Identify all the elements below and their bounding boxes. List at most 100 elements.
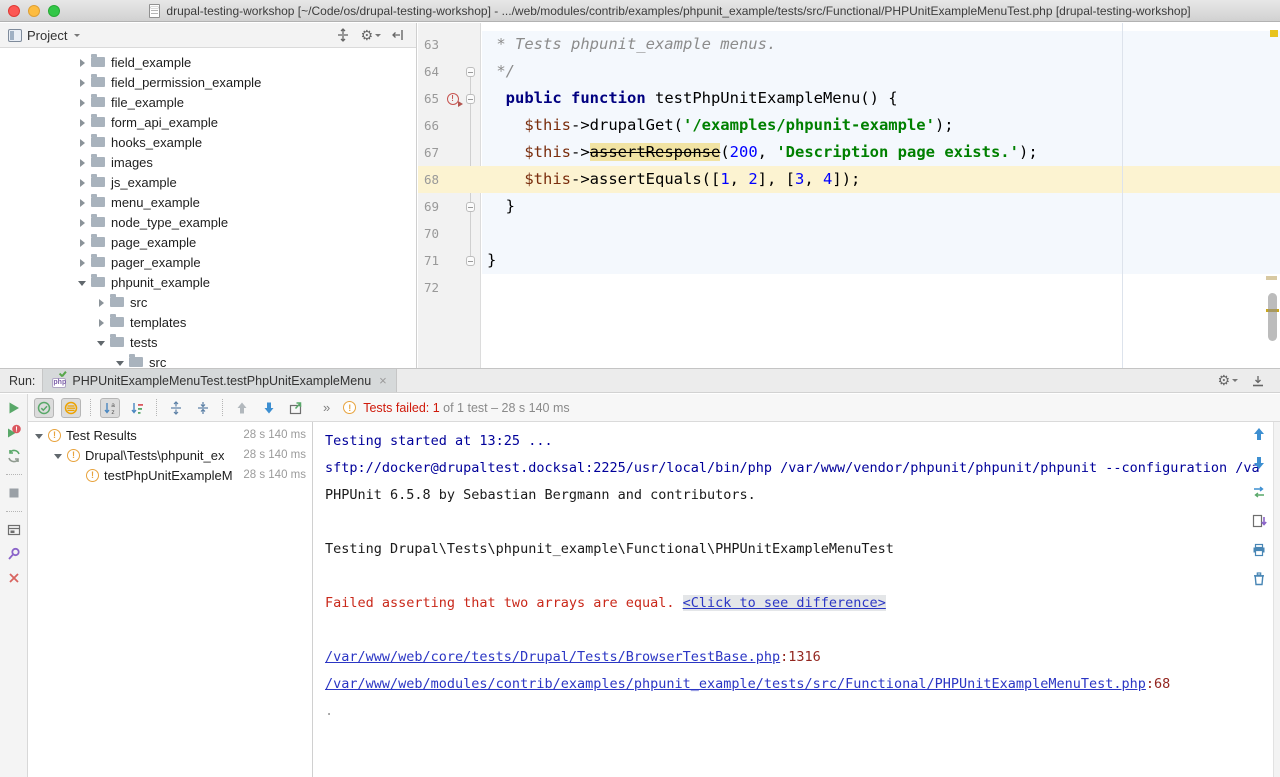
- tree-toggle-icon[interactable]: [77, 157, 88, 168]
- test-failed-gutter-icon[interactable]: [447, 93, 459, 105]
- tree-toggle-icon[interactable]: [77, 257, 88, 268]
- close-tab-icon[interactable]: [379, 373, 387, 388]
- console-link[interactable]: <Click to see difference>: [683, 595, 886, 611]
- fold-marker-icon[interactable]: [466, 202, 475, 212]
- collapse-all-icon[interactable]: [335, 27, 351, 43]
- rerun-button[interactable]: [6, 400, 22, 416]
- editor-line-71[interactable]: 71}: [418, 247, 1280, 274]
- test-tree-item[interactable]: Test Results28 s 140 ms: [28, 425, 312, 445]
- run-settings-button[interactable]: [1217, 372, 1238, 389]
- console-link[interactable]: /var/www/web/core/tests/Drupal/Tests/Bro…: [325, 649, 780, 665]
- project-tree-item-form_api_example[interactable]: form_api_example: [0, 112, 416, 132]
- tree-toggle-icon[interactable]: [77, 277, 88, 288]
- code-text[interactable]: $this->drupalGet('/examples/phpunit-exam…: [482, 112, 1280, 139]
- error-stripe-mark[interactable]: [1266, 276, 1277, 280]
- next-failed-test-button[interactable]: [259, 398, 279, 418]
- test-tree-item[interactable]: testPhpUnitExampleM28 s 140 ms: [28, 465, 312, 485]
- project-tree-item-node_type_example[interactable]: node_type_example: [0, 212, 416, 232]
- tree-toggle-icon[interactable]: [77, 237, 88, 248]
- project-tree-item-hooks_example[interactable]: hooks_example: [0, 132, 416, 152]
- restore-layout-icon[interactable]: [6, 522, 22, 538]
- project-tree-item-menu_example[interactable]: menu_example: [0, 192, 416, 212]
- swap-source-icon[interactable]: [1251, 484, 1267, 500]
- code-text[interactable]: public function testPhpUnitExampleMenu()…: [482, 85, 1280, 112]
- tree-toggle-icon[interactable]: [77, 97, 88, 108]
- code-text[interactable]: [482, 220, 1280, 247]
- editor-scrollbar-thumb[interactable]: [1268, 293, 1277, 341]
- close-window-button[interactable]: [8, 5, 20, 17]
- tree-toggle-icon[interactable]: [77, 77, 88, 88]
- previous-failed-test-button[interactable]: [232, 398, 252, 418]
- editor-line-68[interactable]: 68 $this->assertEquals([1, 2], [3, 4]);: [418, 166, 1280, 193]
- code-text[interactable]: }: [482, 193, 1280, 220]
- project-tree-item-phpunit_example[interactable]: phpunit_example: [0, 272, 416, 292]
- tree-toggle-icon[interactable]: [77, 197, 88, 208]
- code-editor[interactable]: 63 * Tests phpunit_example menus.64 */65…: [418, 23, 1280, 368]
- print-icon[interactable]: [1251, 542, 1267, 558]
- error-stripe-mark[interactable]: [1270, 30, 1278, 37]
- sort-alphabetically-button[interactable]: a z: [100, 398, 120, 418]
- tree-toggle-icon[interactable]: [34, 430, 45, 441]
- test-console[interactable]: Testing started at 13:25 ...sftp://docke…: [313, 422, 1280, 777]
- code-text[interactable]: * Tests phpunit_example menus.: [482, 31, 1280, 58]
- code-text[interactable]: $this->assertEquals([1, 2], [3, 4]);: [482, 166, 1280, 193]
- console-scrollbar[interactable]: [1273, 422, 1280, 777]
- expand-all-button[interactable]: [166, 398, 186, 418]
- fold-marker-icon[interactable]: [466, 94, 475, 104]
- toggle-auto-test-icon[interactable]: [6, 448, 22, 464]
- editor-line-65[interactable]: 65 public function testPhpUnitExampleMen…: [418, 85, 1280, 112]
- zoom-window-button[interactable]: [48, 5, 60, 17]
- editor-line-72[interactable]: 72: [418, 274, 1280, 301]
- scroll-down-icon[interactable]: [1251, 455, 1267, 471]
- project-tree-item-templates[interactable]: templates: [0, 312, 416, 332]
- scroll-up-icon[interactable]: [1251, 426, 1267, 442]
- editor-line-64[interactable]: 64 */: [418, 58, 1280, 85]
- more-actions-icon[interactable]: [323, 400, 330, 415]
- project-tree-item-js_example[interactable]: js_example: [0, 172, 416, 192]
- dock-panel-icon[interactable]: [1250, 373, 1266, 389]
- editor-line-70[interactable]: 70: [418, 220, 1280, 247]
- console-link[interactable]: /var/www/web/modules/contrib/examples/ph…: [325, 676, 1146, 692]
- tree-toggle-icon[interactable]: [77, 177, 88, 188]
- close-run-panel-icon[interactable]: [6, 570, 22, 586]
- stop-button[interactable]: [6, 485, 22, 501]
- test-history-button[interactable]: [286, 398, 306, 418]
- editor-line-67[interactable]: 67 $this->assertResponse(200, 'Descripti…: [418, 139, 1280, 166]
- tree-toggle-icon[interactable]: [77, 137, 88, 148]
- pin-tab-icon[interactable]: [6, 546, 22, 562]
- project-tree-item-images[interactable]: images: [0, 152, 416, 172]
- project-tree-item-tests[interactable]: tests: [0, 332, 416, 352]
- fold-marker-icon[interactable]: [466, 256, 475, 266]
- rerun-failed-tests-button[interactable]: !: [6, 424, 22, 440]
- tree-toggle-icon[interactable]: [96, 317, 107, 328]
- test-tree-item[interactable]: Drupal\Tests\phpunit_ex28 s 140 ms: [28, 445, 312, 465]
- tree-toggle-icon[interactable]: [77, 217, 88, 228]
- code-text[interactable]: $this->assertResponse(200, 'Description …: [482, 139, 1280, 166]
- project-tree-item-file_example[interactable]: file_example: [0, 92, 416, 112]
- hide-panel-icon[interactable]: [390, 27, 406, 43]
- editor-line-63[interactable]: 63 * Tests phpunit_example menus.: [418, 31, 1280, 58]
- show-ignored-button[interactable]: [61, 398, 81, 418]
- project-tree-item-field_permission_example[interactable]: field_permission_example: [0, 72, 416, 92]
- tree-toggle-icon[interactable]: [53, 450, 64, 461]
- collapse-all-button[interactable]: [193, 398, 213, 418]
- project-tree-item-src[interactable]: src: [0, 292, 416, 312]
- tree-toggle-icon[interactable]: [115, 357, 126, 368]
- scroll-to-end-icon[interactable]: [1251, 513, 1267, 529]
- sort-by-duration-button[interactable]: [127, 398, 147, 418]
- fold-marker-icon[interactable]: [466, 67, 475, 77]
- project-settings-button[interactable]: [360, 27, 381, 44]
- project-tree-item-src[interactable]: src: [0, 352, 416, 368]
- project-view-chevron-icon[interactable]: [74, 34, 80, 37]
- tree-toggle-icon[interactable]: [77, 117, 88, 128]
- project-tree-item-pager_example[interactable]: pager_example: [0, 252, 416, 272]
- code-text[interactable]: }: [482, 247, 1280, 274]
- tree-toggle-icon[interactable]: [96, 337, 107, 348]
- code-text[interactable]: */: [482, 58, 1280, 85]
- show-passed-button[interactable]: [34, 398, 54, 418]
- tree-toggle-icon[interactable]: [96, 297, 107, 308]
- editor-line-66[interactable]: 66 $this->drupalGet('/examples/phpunit-e…: [418, 112, 1280, 139]
- code-text[interactable]: [482, 274, 1280, 301]
- project-tree-item-field_example[interactable]: field_example: [0, 52, 416, 72]
- run-tab[interactable]: php PHPUnitExampleMenuTest.testPhpUnitEx…: [42, 369, 396, 392]
